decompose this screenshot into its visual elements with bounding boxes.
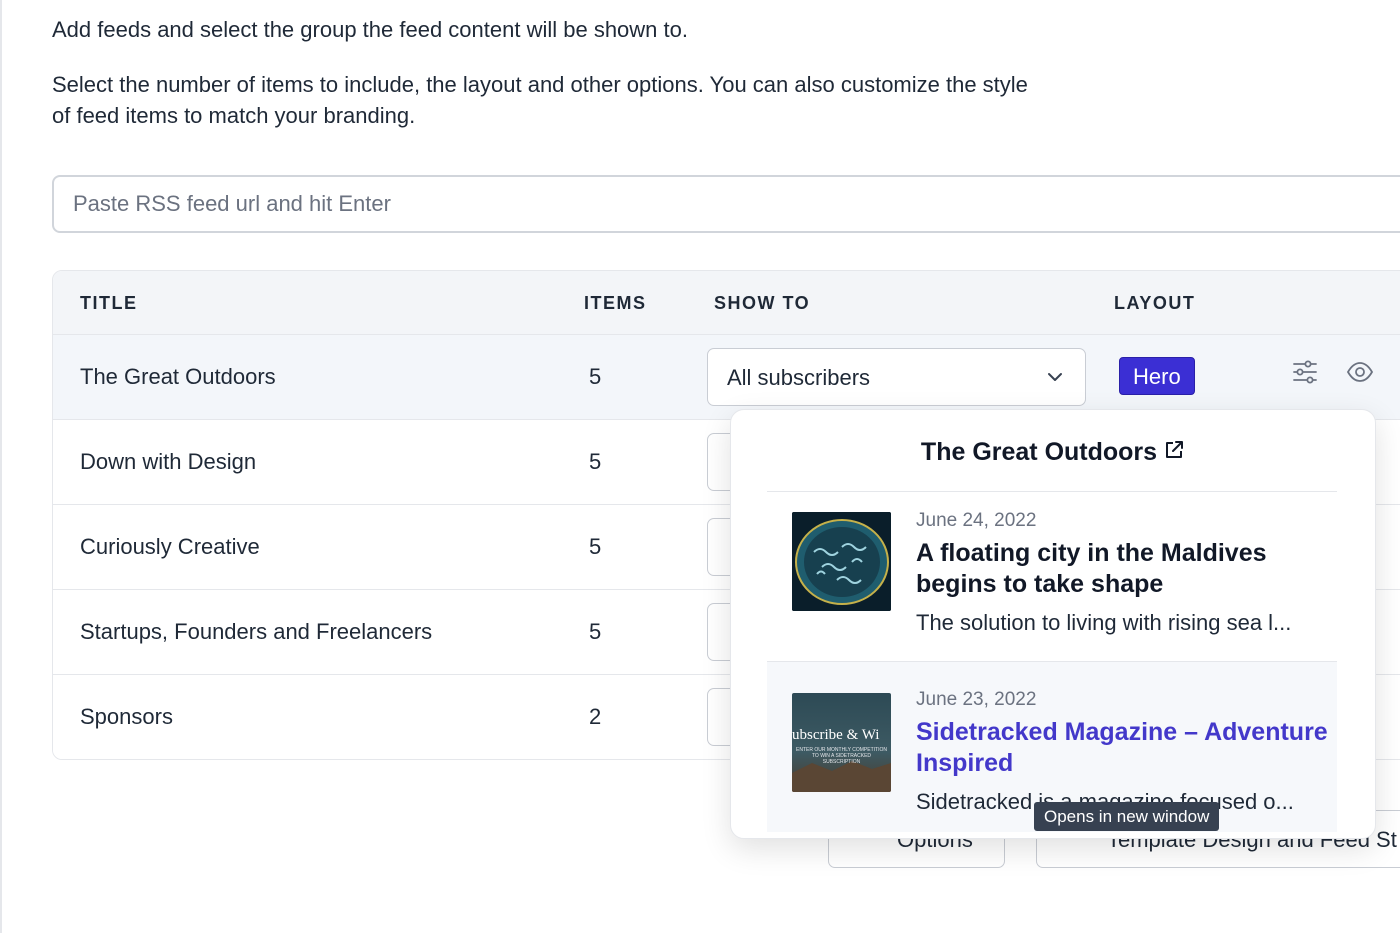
feed-title: Down with Design: [80, 449, 257, 474]
intro-line-2: Select the number of items to include, t…: [52, 72, 1028, 128]
eye-icon[interactable]: [1346, 358, 1374, 386]
feed-title: Startups, Founders and Freelancers: [80, 619, 433, 644]
show-to-select[interactable]: All subscribers: [707, 348, 1086, 406]
article-date: June 24, 2022: [916, 510, 1037, 531]
rss-url-input[interactable]: [52, 175, 1400, 233]
article-item[interactable]: June 24, 2022 A floating city in the Mal…: [767, 492, 1337, 662]
magazine-cover-subtext: ENTER OUR MONTHLY COMPETITION TO WIN A S…: [796, 747, 887, 765]
feed-items-count: 2: [589, 704, 602, 729]
header-show-to: SHOW TO: [714, 293, 811, 313]
page-left-border: [0, 0, 2, 933]
chevron-down-icon: [1048, 373, 1062, 381]
feed-items-count: 5: [589, 619, 602, 644]
article-title-link[interactable]: Sidetracked Magazine – Adventure Inspire…: [916, 717, 1336, 779]
intro-line-1: Add feeds and select the group the feed …: [52, 17, 688, 42]
article-date: June 23, 2022: [916, 689, 1037, 710]
magazine-cover-text: ubscribe & Wi: [792, 727, 880, 743]
feed-items-count: 5: [589, 364, 602, 389]
new-window-tooltip: Opens in new window: [1034, 802, 1220, 831]
show-to-value: All subscribers: [727, 365, 871, 390]
header-items: ITEMS: [584, 293, 647, 313]
coral-island-image: [792, 512, 891, 611]
magazine-cover-image: ubscribe & Wi ENTER OUR MONTHLY COMPETIT…: [792, 693, 891, 792]
layout-badge[interactable]: Hero: [1119, 357, 1195, 395]
feed-title: Curiously Creative: [80, 534, 260, 559]
feed-items-count: 5: [589, 449, 602, 474]
feed-title: Sponsors: [80, 704, 173, 729]
feed-title: The Great Outdoors: [80, 364, 276, 389]
sliders-icon[interactable]: [1291, 358, 1319, 386]
feed-items-count: 5: [589, 534, 602, 559]
feed-preview-popover: The Great Outdoors June 24, 2022 A float…: [730, 409, 1376, 839]
header-layout: LAYOUT: [1114, 293, 1196, 313]
popover-title[interactable]: The Great Outdoors: [731, 438, 1375, 467]
table-header: TITLE ITEMS SHOW TO LAYOUT: [53, 271, 1400, 335]
intro-text: Add feeds and select the group the feed …: [52, 14, 1052, 155]
external-link-icon: [1166, 441, 1184, 458]
table-row: The Great Outdoors 5 All subscribers Her…: [53, 335, 1400, 420]
header-title: TITLE: [80, 293, 138, 313]
article-title[interactable]: A floating city in the Maldives begins t…: [916, 538, 1336, 600]
popover-title-text: The Great Outdoors: [920, 438, 1158, 466]
article-description: The solution to living with rising sea l…: [916, 610, 1292, 635]
